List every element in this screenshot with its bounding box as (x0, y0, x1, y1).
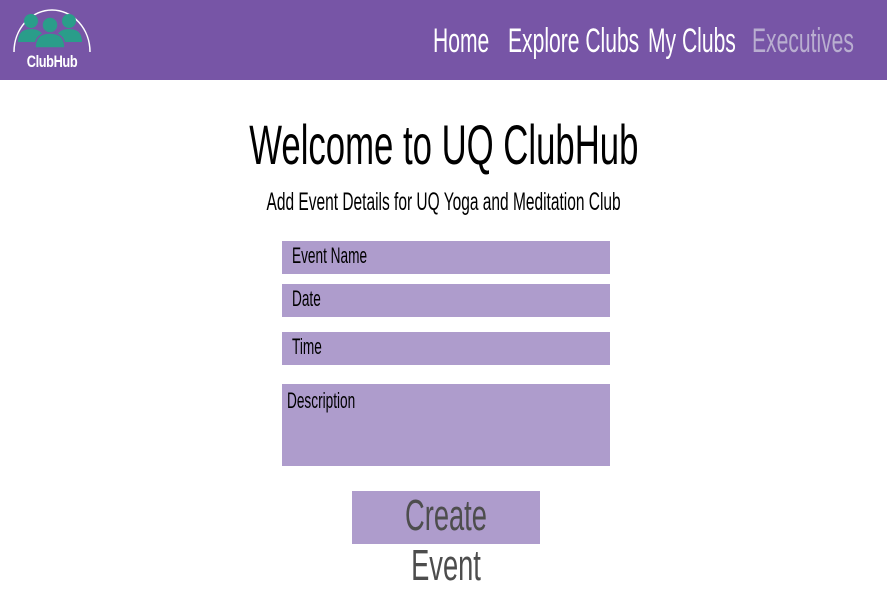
time-field[interactable]: Time (282, 332, 610, 365)
date-field[interactable]: Date (282, 284, 610, 317)
create-event-label: Create Event (405, 491, 487, 590)
create-event-button[interactable]: Create Event (352, 491, 540, 590)
page-title-text: Welcome to UQ ClubHub (248, 113, 639, 176)
nav-explore-clubs[interactable]: Explore Clubs (508, 18, 639, 64)
event-name-field[interactable]: Event Name (282, 241, 610, 274)
description-field[interactable]: Description (282, 384, 610, 466)
time-placeholder: Time (292, 334, 322, 359)
nav-my-clubs[interactable]: My Clubs (648, 18, 736, 64)
clubhub-logo[interactable]: ClubHub (10, 4, 94, 78)
page-subtitle: Add Event Details for UQ Yoga and Medita… (0, 188, 887, 217)
nav-home[interactable]: Home (433, 18, 489, 64)
event-name-placeholder: Event Name (292, 243, 368, 268)
page-title: Welcome to UQ ClubHub (0, 112, 887, 177)
logo-text: ClubHub (26, 52, 78, 71)
top-navbar: ClubHub Home Explore Clubs My Clubs Exec… (0, 0, 887, 80)
date-placeholder: Date (292, 286, 321, 311)
nav-executives[interactable]: Executives (752, 18, 854, 64)
description-placeholder: Description (287, 388, 356, 413)
page-subtitle-text: Add Event Details for UQ Yoga and Medita… (266, 188, 621, 216)
